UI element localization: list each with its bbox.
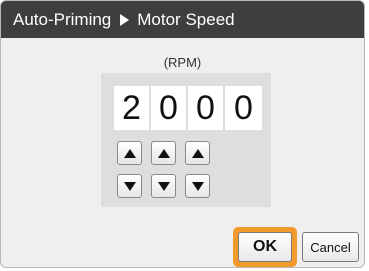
ok-button[interactable]: OK <box>233 227 297 267</box>
digit-hundreds[interactable]: 0 <box>151 86 188 130</box>
up-arrow-icon <box>123 148 136 158</box>
down-arrow-icon <box>191 181 204 191</box>
title-bar: Auto-Priming Motor Speed <box>1 1 364 38</box>
decrement-tens-button[interactable] <box>185 174 210 198</box>
motor-speed-dialog: Auto-Priming Motor Speed (RPM) 2 0 0 0 O… <box>0 0 365 268</box>
down-arrow-icon <box>157 181 170 191</box>
digit-thousands[interactable]: 2 <box>114 86 151 130</box>
speed-entry-panel: 2 0 0 0 <box>101 73 271 207</box>
increment-row <box>117 141 210 165</box>
decrement-thousands-button[interactable] <box>117 174 142 198</box>
unit-label: (RPM) <box>163 55 202 70</box>
increment-thousands-button[interactable] <box>117 141 142 165</box>
down-arrow-icon <box>123 181 136 191</box>
speed-display: 2 0 0 0 <box>114 86 262 130</box>
cancel-button[interactable]: Cancel <box>302 232 359 262</box>
increment-hundreds-button[interactable] <box>151 141 176 165</box>
up-arrow-icon <box>191 148 204 158</box>
decrement-row <box>117 174 210 198</box>
digit-ones[interactable]: 0 <box>225 86 262 130</box>
decrement-hundreds-button[interactable] <box>151 174 176 198</box>
right-triangle-icon <box>120 13 130 26</box>
digit-tens[interactable]: 0 <box>188 86 225 130</box>
ok-button-label: OK <box>238 232 292 262</box>
increment-tens-button[interactable] <box>185 141 210 165</box>
breadcrumb-motor-speed: Motor Speed <box>137 9 235 29</box>
breadcrumb-auto-priming: Auto-Priming <box>13 9 112 29</box>
up-arrow-icon <box>157 148 170 158</box>
